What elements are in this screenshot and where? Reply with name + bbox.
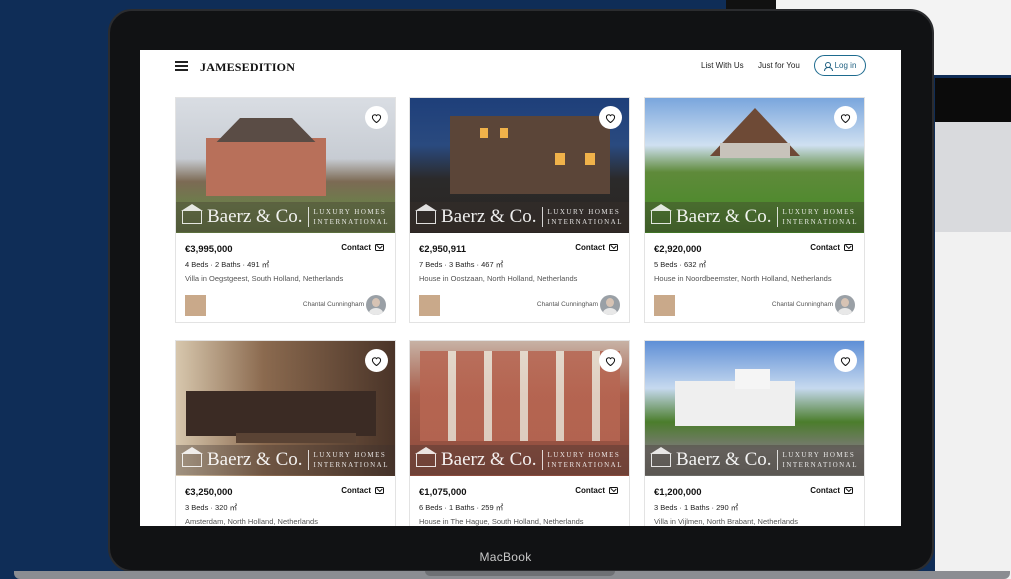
listing-card[interactable]: Baerz & Co. LUXURY HOMES INTERNATIONAL €2… (644, 97, 865, 323)
listing-address: House in The Hague, South Holland, Nethe… (419, 517, 584, 526)
favorite-button[interactable] (834, 349, 857, 372)
list-with-us-link[interactable]: List With Us (701, 61, 744, 70)
house-logo-icon (650, 203, 672, 224)
listing-photo[interactable]: Baerz & Co. LUXURY HOMES INTERNATIONAL (645, 341, 864, 476)
agency-watermark: Baerz & Co. LUXURY HOMES INTERNATIONAL (645, 445, 864, 475)
laptop-notch (425, 571, 615, 576)
mail-icon (844, 487, 853, 494)
listing-address: Villa in Oegstgeest, South Holland, Neth… (185, 274, 344, 283)
listing-photo[interactable]: Baerz & Co. LUXURY HOMES INTERNATIONAL (176, 341, 395, 476)
mail-icon (844, 244, 853, 251)
agency-watermark: Baerz & Co. LUXURY HOMES INTERNATIONAL (176, 445, 395, 475)
background-block (935, 122, 1011, 232)
site-logo[interactable]: JAMESEDITION (200, 60, 295, 75)
website-screen: JAMESEDITION List With Us Just for You L… (140, 50, 901, 526)
agent-name[interactable]: Chantal Cunningham (303, 301, 364, 308)
contact-button[interactable]: Contact (575, 243, 618, 252)
mail-icon (375, 487, 384, 494)
house-logo-icon (650, 446, 672, 467)
agency-watermark: Baerz & Co. LUXURY HOMES INTERNATIONAL (645, 202, 864, 232)
listing-price: €3,995,000 (185, 244, 233, 255)
listing-photo[interactable]: Baerz & Co. LUXURY HOMES INTERNATIONAL (645, 98, 864, 233)
login-label: Log in (834, 61, 857, 70)
mail-icon (609, 244, 618, 251)
house-logo-icon (181, 203, 203, 224)
listing-price: €1,075,000 (419, 487, 467, 498)
background-block (935, 78, 1011, 122)
hamburger-menu-icon[interactable] (175, 61, 188, 71)
favorite-button[interactable] (365, 106, 388, 129)
favorite-button[interactable] (365, 349, 388, 372)
favorite-button[interactable] (599, 106, 622, 129)
mail-icon (375, 244, 384, 251)
listing-specs: 6 Beds · 1 Baths · 259 ㎡ (419, 503, 504, 512)
agency-watermark: Baerz & Co. LUXURY HOMES INTERNATIONAL (176, 202, 395, 232)
agent-name[interactable]: Chantal Cunningham (772, 301, 833, 308)
heart-icon (371, 356, 382, 366)
heart-icon (371, 113, 382, 123)
listing-specs: 5 Beds · 632 ㎡ (654, 260, 707, 269)
listing-photo[interactable]: Baerz & Co. LUXURY HOMES INTERNATIONAL (410, 98, 629, 233)
contact-button[interactable]: Contact (341, 486, 384, 495)
agency-watermark: Baerz & Co. LUXURY HOMES INTERNATIONAL (410, 445, 629, 475)
agency-watermark: Baerz & Co. LUXURY HOMES INTERNATIONAL (410, 202, 629, 232)
agency-logo[interactable] (419, 295, 440, 316)
heart-icon (840, 356, 851, 366)
favorite-button[interactable] (599, 349, 622, 372)
contact-button[interactable]: Contact (341, 243, 384, 252)
listing-card[interactable]: Baerz & Co. LUXURY HOMES INTERNATIONAL €3… (175, 340, 396, 526)
listing-specs: 3 Beds · 320 ㎡ (185, 503, 238, 512)
user-icon (823, 61, 833, 71)
contact-button[interactable]: Contact (575, 486, 618, 495)
listing-price: €3,250,000 (185, 487, 233, 498)
house-logo-icon (415, 446, 437, 467)
background-block (935, 232, 1011, 579)
house-logo-icon (415, 203, 437, 224)
listing-card[interactable]: Baerz & Co. LUXURY HOMES INTERNATIONAL €1… (409, 340, 630, 526)
agent-name[interactable]: Chantal Cunningham (537, 301, 598, 308)
mail-icon (609, 487, 618, 494)
agent-avatar[interactable] (366, 295, 386, 315)
listing-specs: 7 Beds · 3 Baths · 467 ㎡ (419, 260, 504, 269)
contact-button[interactable]: Contact (810, 243, 853, 252)
listing-address: House in Oostzaan, North Holland, Nether… (419, 274, 578, 283)
listing-specs: 4 Beds · 2 Baths · 491 ㎡ (185, 260, 270, 269)
listing-address: Villa in Vijlmen, North Brabant, Netherl… (654, 517, 798, 526)
listing-price: €2,920,000 (654, 244, 702, 255)
agency-logo[interactable] (185, 295, 206, 316)
listing-address: House in Noordbeemster, North Holland, N… (654, 274, 832, 283)
listing-specs: 3 Beds · 1 Baths · 290 ㎡ (654, 503, 739, 512)
listing-card[interactable]: Baerz & Co. LUXURY HOMES INTERNATIONAL €1… (644, 340, 865, 526)
favorite-button[interactable] (834, 106, 857, 129)
laptop-brand: MacBook (479, 550, 532, 564)
listing-photo[interactable]: Baerz & Co. LUXURY HOMES INTERNATIONAL (410, 341, 629, 476)
listing-address: Amsterdam, North Holland, Netherlands (185, 517, 318, 526)
agent-avatar[interactable] (600, 295, 620, 315)
heart-icon (840, 113, 851, 123)
agency-logo[interactable] (654, 295, 675, 316)
listing-photo[interactable]: Baerz & Co. LUXURY HOMES INTERNATIONAL (176, 98, 395, 233)
house-logo-icon (181, 446, 203, 467)
heart-icon (605, 113, 616, 123)
just-for-you-link[interactable]: Just for You (758, 61, 800, 70)
listing-price: €1,200,000 (654, 487, 702, 498)
heart-icon (605, 356, 616, 366)
site-header: JAMESEDITION List With Us Just for You L… (140, 50, 901, 88)
listing-card[interactable]: Baerz & Co. LUXURY HOMES INTERNATIONAL €2… (409, 97, 630, 323)
listing-price: €2,950,911 (419, 244, 467, 255)
agent-avatar[interactable] (835, 295, 855, 315)
contact-button[interactable]: Contact (810, 486, 853, 495)
listing-card[interactable]: Baerz & Co. LUXURY HOMES INTERNATIONAL €3… (175, 97, 396, 323)
login-button[interactable]: Log in (814, 55, 866, 76)
